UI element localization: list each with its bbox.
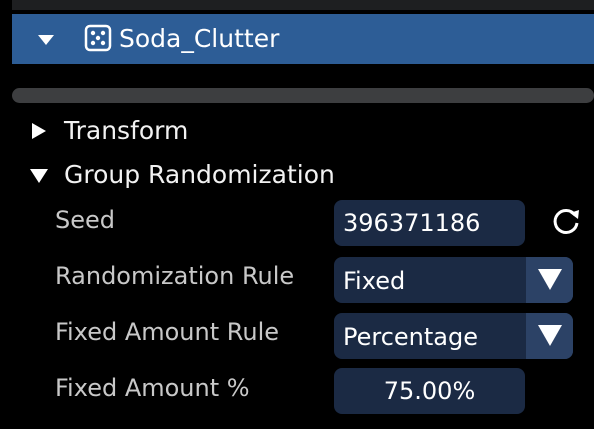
fixed-amount-rule-dropdown[interactable]: Percentage [334, 313, 573, 359]
dropdown-arrow-button[interactable] [526, 313, 573, 359]
collapse-triangle-icon[interactable] [29, 168, 49, 188]
randomization-rule-dropdown[interactable]: Fixed [334, 257, 573, 303]
dice-icon [84, 24, 112, 56]
section-label: Transform [64, 116, 189, 145]
randomization-rule-label: Randomization Rule [55, 262, 295, 290]
dropdown-value: Fixed [343, 267, 406, 295]
refresh-icon[interactable] [551, 207, 583, 241]
fixed-amount-percent-field[interactable]: 75.00% [334, 368, 525, 414]
horizontal-scrollbar[interactable] [12, 88, 594, 103]
top-strip [12, 0, 594, 10]
dropdown-arrow-button[interactable] [526, 257, 573, 303]
prim-header[interactable]: Soda_Clutter [12, 14, 594, 64]
section-label: Group Randomization [64, 160, 335, 189]
prim-name: Soda_Clutter [119, 24, 280, 53]
seed-label: Seed [55, 206, 115, 234]
seed-field[interactable]: 396371186 [334, 200, 525, 246]
fixed-amount-percent-label: Fixed Amount % [55, 374, 250, 402]
collapse-triangle-icon[interactable] [36, 32, 56, 51]
section-group-randomization[interactable]: Group Randomization [0, 160, 400, 190]
section-transform[interactable]: Transform [0, 116, 400, 146]
fixed-amount-rule-label: Fixed Amount Rule [55, 318, 280, 346]
dropdown-value: Percentage [343, 323, 479, 351]
expand-triangle-icon[interactable] [31, 122, 47, 144]
property-panel: Soda_Clutter Transform Group Randomizati… [0, 0, 594, 429]
